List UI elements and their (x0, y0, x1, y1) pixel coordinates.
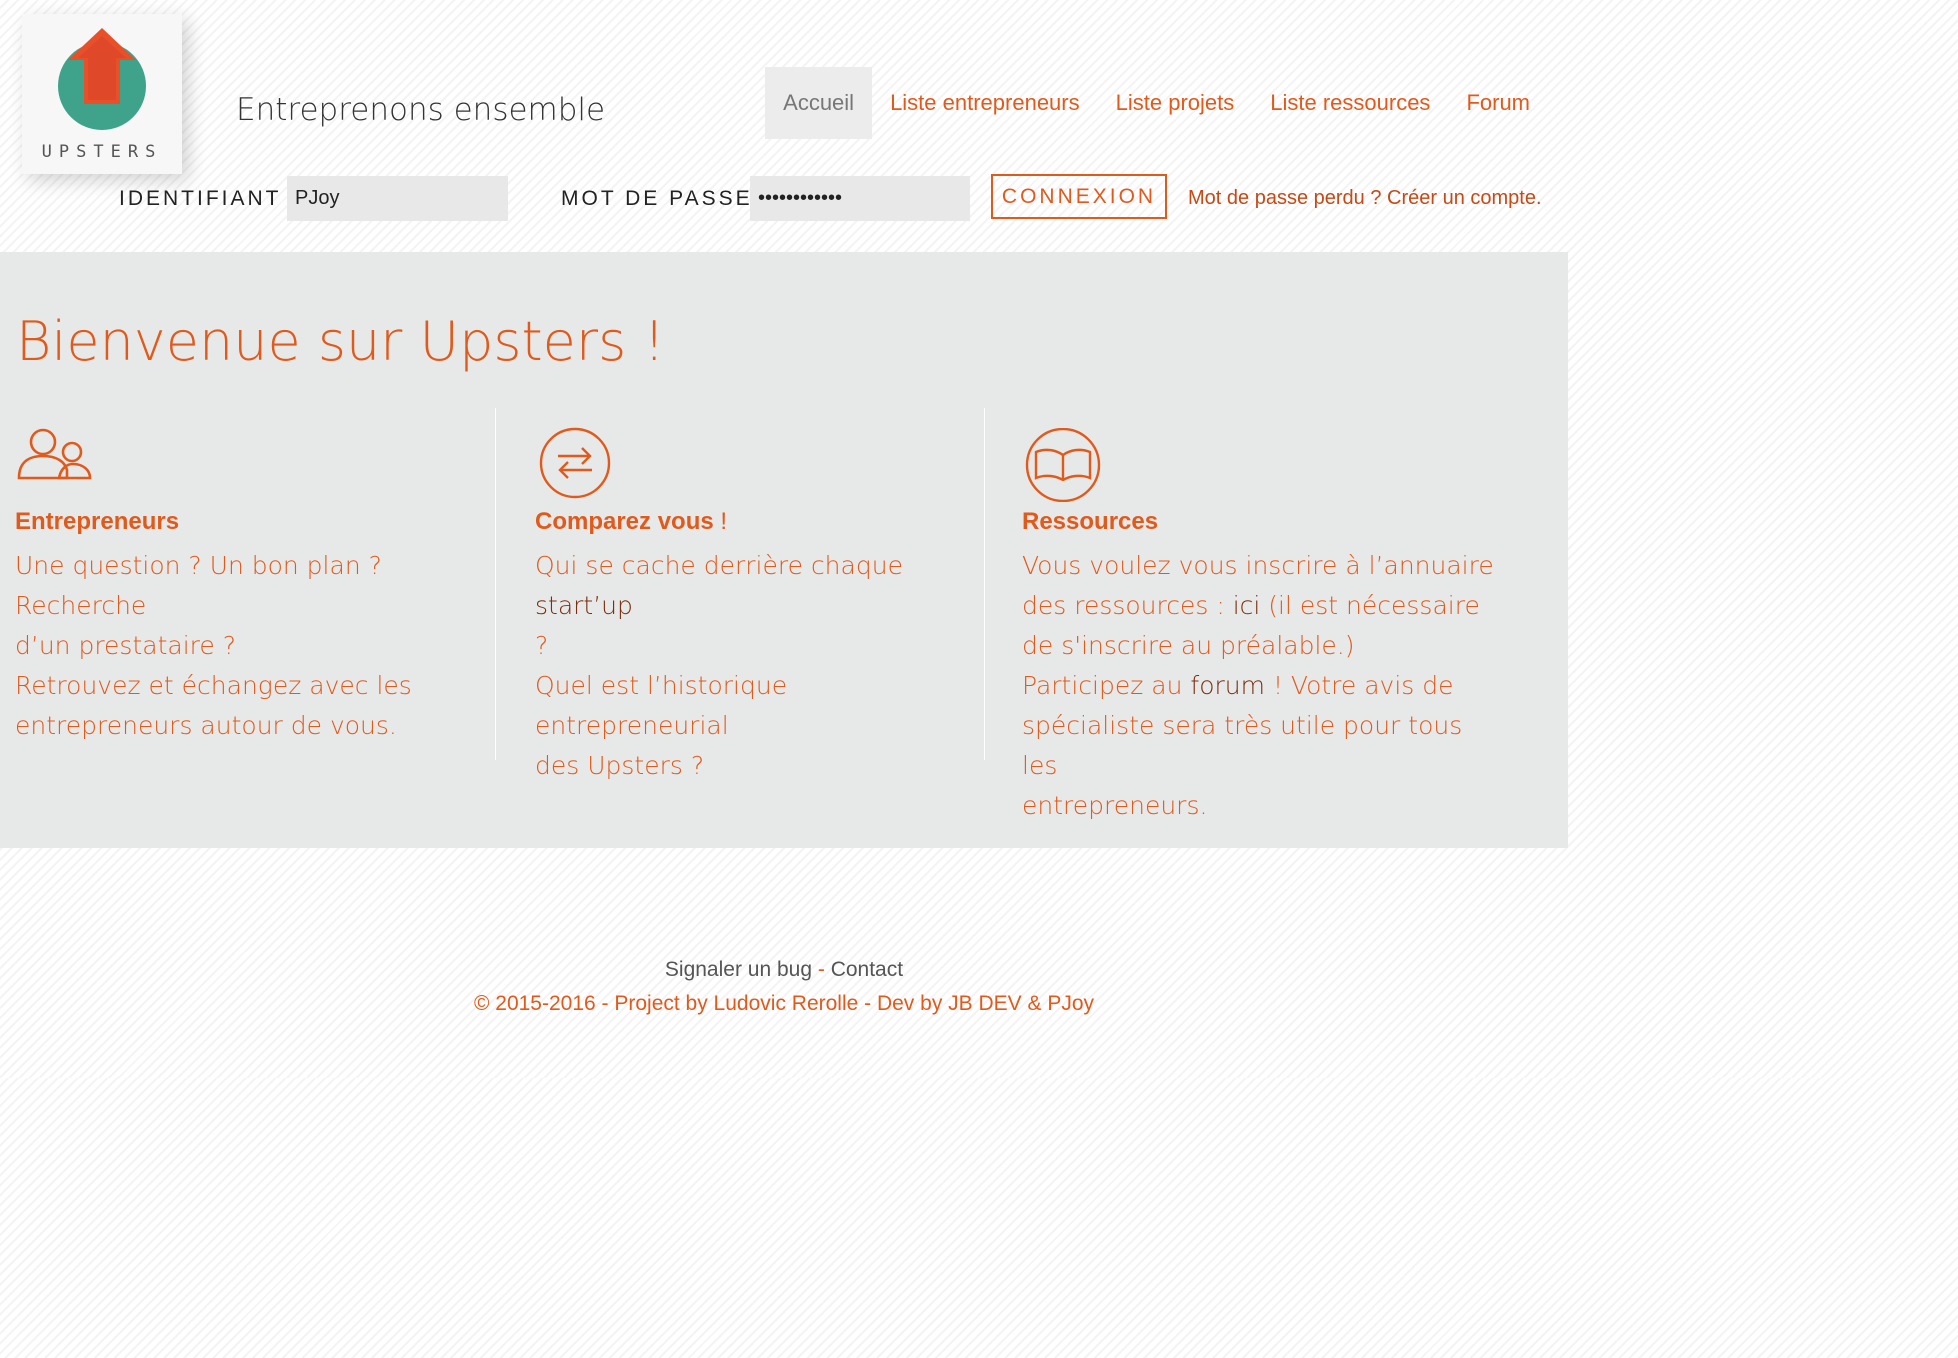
tagline: Entreprenons ensemble (236, 92, 606, 128)
text-span: des ressources : (1022, 591, 1233, 620)
column-divider (495, 408, 496, 760)
comparez-title: Comparez vous ! (535, 508, 727, 536)
users-icon (17, 428, 92, 480)
identifiant-input[interactable] (287, 176, 508, 221)
text-line: Retrouvez et échangez avec les (15, 671, 412, 700)
login-form: IDENTIFIANT MOT DE PASSE CONNEXION Mot d… (0, 174, 1568, 222)
text-line: Qui se cache derrière chaque start’up (535, 546, 965, 626)
nav-item-accueil[interactable]: Accueil (765, 67, 873, 139)
entrepreneurs-text: Une question ? Un bon plan ? Recherche d… (15, 546, 485, 746)
text-line: d’un prestataire ? (15, 631, 236, 660)
text-span: (il est nécessaire (1260, 591, 1480, 620)
contact-link[interactable]: Contact (831, 958, 903, 981)
create-account-link[interactable]: Créer un compte. (1387, 187, 1542, 209)
main-nav: Accueil Liste entrepreneurs Liste projet… (765, 67, 1548, 139)
text-span: Qui se cache derrière chaque (535, 551, 903, 580)
column-divider (984, 408, 985, 760)
footer-separator: - (812, 958, 831, 981)
identifiant-label: IDENTIFIANT (119, 187, 282, 210)
comparez-text: Qui se cache derrière chaque start’up ? … (535, 546, 965, 786)
main-content: Bienvenue sur Upsters ! Entrepreneurs Un… (0, 252, 1568, 848)
startup-link[interactable]: start’up (535, 591, 633, 620)
logo-arrow-icon (58, 28, 146, 130)
logo[interactable]: UPSTERS (22, 14, 182, 174)
text-line: Vous voulez vous inscrire à l’annuaire (1022, 551, 1494, 580)
password-label: MOT DE PASSE (561, 187, 753, 210)
book-icon (1025, 428, 1101, 502)
header: UPSTERS Entreprenons ensemble Accueil Li… (0, 0, 1568, 252)
text-line: spécialiste sera très utile pour tous le… (1022, 711, 1463, 780)
text-span: Participez au (1022, 671, 1191, 700)
footer-links: Signaler un bug - Contact (0, 958, 1568, 982)
text-line: Participez au forum ! Votre avis de (1022, 666, 1502, 706)
ressources-text: Vous voulez vous inscrire à l’annuaire d… (1022, 546, 1502, 826)
nav-item-forum[interactable]: Forum (1448, 67, 1548, 139)
text-line: entrepreneurs. (1022, 791, 1208, 820)
forum-link[interactable]: forum (1190, 671, 1265, 700)
entrepreneurs-title: Entrepreneurs (15, 508, 180, 535)
text-span: ! Votre avis de (1265, 671, 1454, 700)
ici-link[interactable]: ici (1233, 591, 1261, 620)
text-line: Une question ? Un bon plan ? Recherche (15, 551, 382, 620)
nav-item-liste-entrepreneurs[interactable]: Liste entrepreneurs (872, 67, 1098, 139)
page-title: Bienvenue sur Upsters ! (16, 310, 666, 373)
nav-item-liste-projets[interactable]: Liste projets (1098, 67, 1253, 139)
account-links: Mot de passe perdu ? Créer un compte. (1188, 187, 1542, 210)
lost-password-link[interactable]: Mot de passe perdu ? (1188, 187, 1381, 209)
connexion-button[interactable]: CONNEXION (991, 174, 1167, 219)
text-line: de s'inscrire au préalable.) (1022, 631, 1355, 660)
comparez-title-suffix: ! (713, 508, 728, 535)
text-line: des ressources : ici (il est nécessaire (1022, 586, 1502, 626)
text-line: entrepreneurs autour de vous. (15, 711, 397, 740)
password-input[interactable] (750, 176, 970, 221)
ressources-title: Ressources (1022, 508, 1159, 535)
exchange-icon (539, 427, 611, 499)
logo-text: UPSTERS (41, 142, 163, 162)
copyright: © 2015-2016 - Project by Ludovic Rerolle… (473, 992, 1095, 1015)
text-line: des Upsters ? (535, 751, 705, 780)
footer: Signaler un bug - Contact © 2015-2016 - … (0, 848, 1568, 1078)
nav-item-liste-ressources[interactable]: Liste ressources (1252, 67, 1448, 139)
text-line: Quel est l’historique entrepreneurial (535, 671, 788, 740)
report-bug-link[interactable]: Signaler un bug (665, 958, 812, 981)
text-line: ? (535, 631, 549, 660)
comparez-title-text: Comparez vous (535, 508, 714, 535)
